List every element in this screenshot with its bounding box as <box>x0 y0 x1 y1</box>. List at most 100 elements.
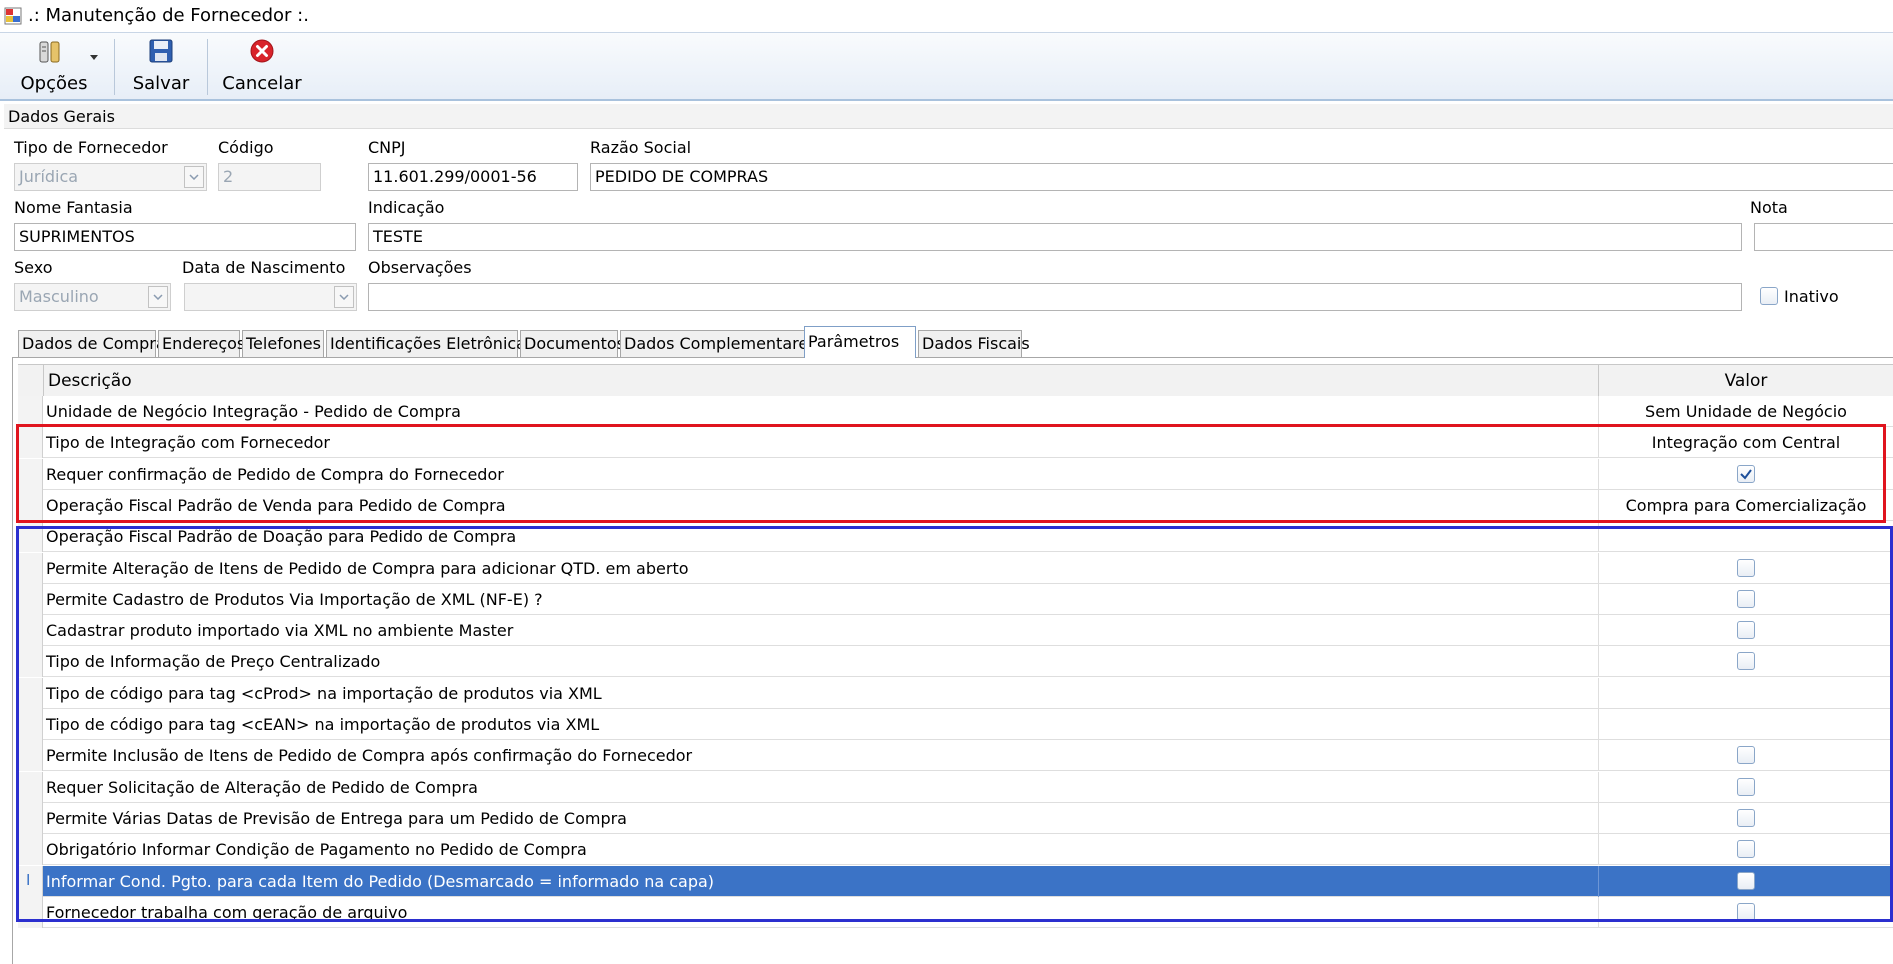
row-header[interactable] <box>18 772 43 803</box>
nome-fantasia-field[interactable]: SUPRIMENTOS <box>14 223 356 251</box>
table-row[interactable]: Permite Cadastro de Produtos Via Importa… <box>18 584 1893 615</box>
tab-identificacoes-eletronicas[interactable]: Identificações Eletrônicas <box>326 330 534 357</box>
table-row[interactable]: Obrigatório Informar Condição de Pagamen… <box>18 834 1893 865</box>
row-description: Obrigatório Informar Condição de Pagamen… <box>46 840 587 859</box>
save-button[interactable]: Salvar <box>122 33 200 99</box>
row-value[interactable]: Sem Unidade de Negócio <box>1599 402 1893 421</box>
razao-social-field[interactable]: PEDIDO DE COMPRAS <box>590 163 1893 191</box>
tab-dados-fiscais[interactable]: Dados Fiscais <box>918 330 1030 357</box>
tab-parametros[interactable]: Parâmetros <box>804 326 916 358</box>
row-header[interactable]: I <box>18 866 43 897</box>
row-description: Tipo de código para tag <cProd> na impor… <box>46 684 602 703</box>
sexo-label: Sexo <box>14 258 53 277</box>
row-header[interactable] <box>18 897 43 928</box>
table-row[interactable]: Permite Várias Datas de Previsão de Entr… <box>18 803 1893 834</box>
row-header[interactable] <box>18 584 43 615</box>
value-checkbox[interactable] <box>1737 559 1755 577</box>
nota-field[interactable] <box>1754 223 1893 251</box>
row-header[interactable] <box>18 427 43 458</box>
table-row[interactable]: Operação Fiscal Padrão de Venda para Ped… <box>18 490 1893 521</box>
table-row[interactable]: Requer Solicitação de Alteração de Pedid… <box>18 772 1893 803</box>
cnpj-label: CNPJ <box>368 138 406 157</box>
window-title: .: Manutenção de Fornecedor :. <box>28 5 309 26</box>
row-header[interactable] <box>18 553 43 584</box>
row-header[interactable] <box>18 646 43 677</box>
table-row[interactable]: Cadastrar produto importado via XML no a… <box>18 615 1893 646</box>
cell-divider <box>1598 521 1599 552</box>
value-checkbox[interactable] <box>1737 872 1755 890</box>
value-checkbox[interactable] <box>1737 465 1755 483</box>
tab-label: Parâmetros <box>808 332 900 351</box>
row-header[interactable] <box>18 521 43 552</box>
cell-divider <box>1598 866 1599 897</box>
row-header[interactable] <box>18 490 43 521</box>
table-row[interactable]: Tipo de Informação de Preço Centralizado <box>18 646 1893 677</box>
nome-fantasia-label: Nome Fantasia <box>14 198 133 217</box>
value-checkbox[interactable] <box>1737 840 1755 858</box>
row-value[interactable]: Compra para Comercialização <box>1599 496 1893 515</box>
row-description: Operação Fiscal Padrão de Doação para Pe… <box>46 527 517 546</box>
razao-social-value: PEDIDO DE COMPRAS <box>595 167 769 186</box>
tab-enderecos[interactable]: Endereços <box>158 330 245 357</box>
row-header[interactable] <box>18 678 43 709</box>
row-description: Requer confirmação de Pedido de Compra d… <box>46 465 504 484</box>
value-checkbox[interactable] <box>1737 903 1755 921</box>
row-header[interactable] <box>18 615 43 646</box>
value-checkbox[interactable] <box>1737 778 1755 796</box>
table-row[interactable]: Operação Fiscal Padrão de Doação para Pe… <box>18 521 1893 552</box>
section-title: Dados Gerais <box>8 107 115 126</box>
table-row[interactable]: Requer confirmação de Pedido de Compra d… <box>18 459 1893 490</box>
chevron-down-icon[interactable] <box>334 286 354 308</box>
tipo-fornecedor-label: Tipo de Fornecedor <box>14 138 168 157</box>
observacoes-field[interactable] <box>368 283 1742 311</box>
table-row[interactable]: I Informar Cond. Pgto. para cada Item do … <box>18 866 1893 897</box>
row-header[interactable] <box>18 709 43 740</box>
cell-divider <box>1598 897 1599 928</box>
table-row[interactable]: Fornecedor trabalha com geração de arqui… <box>18 897 1893 928</box>
inativo-checkbox[interactable] <box>1760 287 1778 305</box>
row-description: Tipo de Integração com Fornecedor <box>46 433 330 452</box>
chevron-down-icon[interactable] <box>184 166 204 188</box>
cell-divider <box>1598 803 1599 834</box>
options-button[interactable]: Opções <box>10 33 98 99</box>
value-checkbox[interactable] <box>1737 621 1755 639</box>
row-header[interactable] <box>18 740 43 771</box>
table-row[interactable]: Unidade de Negócio Integração - Pedido d… <box>18 396 1893 427</box>
value-checkbox[interactable] <box>1737 590 1755 608</box>
value-checkbox[interactable] <box>1737 746 1755 764</box>
tab-telefones[interactable]: Telefones <box>242 330 324 357</box>
row-description: Requer Solicitação de Alteração de Pedid… <box>46 778 478 797</box>
data-nascimento-field[interactable] <box>184 283 357 311</box>
table-row[interactable]: Tipo de código para tag <cEAN> na import… <box>18 709 1893 740</box>
row-header[interactable] <box>18 834 43 865</box>
row-description: Tipo de Informação de Preço Centralizado <box>46 652 381 671</box>
cnpj-field[interactable]: 11.601.299/0001-56 <box>368 163 578 191</box>
tools-icon <box>39 41 60 63</box>
value-checkbox[interactable] <box>1737 809 1755 827</box>
codigo-field[interactable]: 2 <box>218 163 321 191</box>
row-header[interactable] <box>18 459 43 490</box>
sexo-select[interactable]: Masculino <box>14 283 171 311</box>
tipo-fornecedor-select[interactable]: Jurídica <box>14 163 207 191</box>
table-row[interactable]: Tipo de Integração com Fornecedor Integra… <box>18 427 1893 458</box>
column-header-valor[interactable]: Valor <box>1599 371 1893 391</box>
row-header[interactable] <box>18 803 43 834</box>
table-row[interactable]: Tipo de código para tag <cProd> na impor… <box>18 678 1893 709</box>
save-icon <box>149 39 173 63</box>
tab-documentos[interactable]: Documentos <box>520 330 625 357</box>
row-header[interactable] <box>18 396 43 427</box>
cancel-button[interactable]: Cancelar <box>214 33 310 99</box>
tab-dados-de-compra[interactable]: Dados de Compra <box>18 330 166 357</box>
indicacao-field[interactable]: TESTE <box>368 223 1742 251</box>
table-row[interactable]: Permite Inclusão de Itens de Pedido de C… <box>18 740 1893 771</box>
app-icon <box>4 7 22 25</box>
chevron-down-icon[interactable] <box>148 286 168 308</box>
row-value[interactable]: Integração com Central <box>1599 433 1893 452</box>
table-row[interactable]: Permite Alteração de Itens de Pedido de … <box>18 553 1893 584</box>
value-checkbox[interactable] <box>1737 652 1755 670</box>
column-header-descricao[interactable]: Descrição <box>48 371 132 391</box>
row-description: Permite Inclusão de Itens de Pedido de C… <box>46 746 693 765</box>
tab-dados-complementares[interactable]: Dados Complementares <box>620 330 820 357</box>
cell-divider <box>1598 772 1599 803</box>
cancel-icon <box>250 39 274 63</box>
